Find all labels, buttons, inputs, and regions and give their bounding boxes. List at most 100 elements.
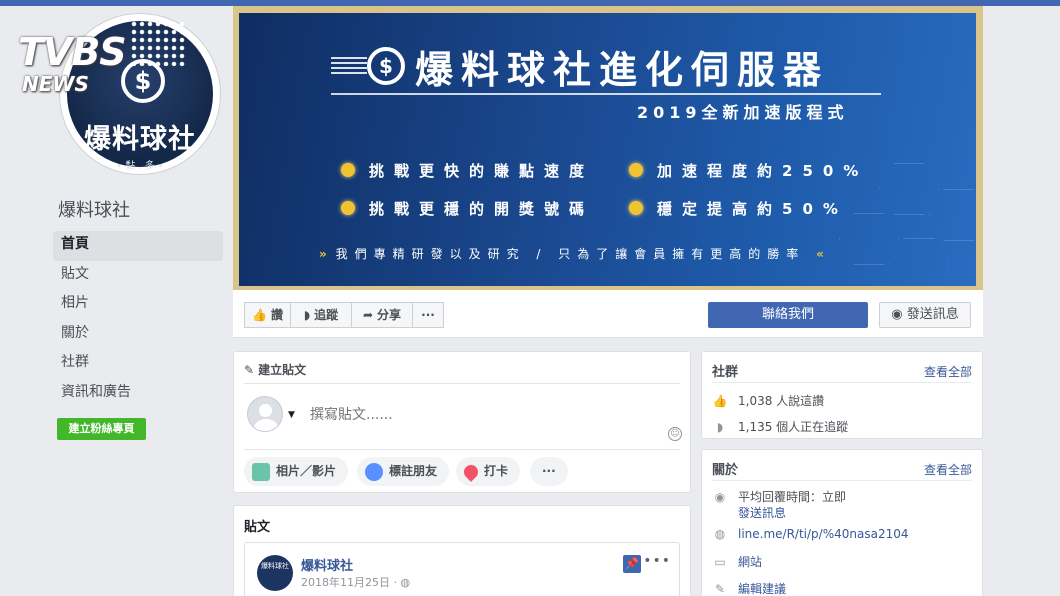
- hexagon-decoration: [929, 189, 976, 241]
- response-time-row: ◉ 平均回覆時間：立即: [712, 488, 846, 505]
- send-message-label: 發送訊息: [906, 307, 959, 322]
- watermark-logo: TVBS: [18, 30, 127, 74]
- watermark-sub: NEWS: [22, 72, 89, 96]
- nav-item-home[interactable]: 首頁: [53, 231, 223, 261]
- thumbs-up-icon: 👍: [712, 394, 728, 408]
- divider: [244, 449, 680, 450]
- post-options-button[interactable]: •••: [643, 553, 671, 569]
- coin-icon: $: [367, 47, 405, 85]
- hexagon-decoration: [879, 163, 939, 215]
- cover-divider: [331, 93, 881, 95]
- watermark-dots: [130, 20, 186, 66]
- follows-count: 1,135 個人正在追蹤: [738, 420, 849, 434]
- post-composer-input[interactable]: [310, 404, 650, 426]
- emoji-icon[interactable]: ☺: [668, 427, 682, 441]
- caret-down-icon[interactable]: ▼: [288, 410, 295, 420]
- nav-item-info-ads[interactable]: 資訊和廣告: [53, 379, 223, 409]
- pin-icon: 📌: [623, 555, 641, 573]
- location-pin-icon: [461, 461, 481, 482]
- divider: [244, 383, 680, 384]
- follow-button[interactable]: ◗ 追蹤: [290, 302, 352, 328]
- user-avatar: [247, 396, 283, 432]
- page-action-bar: 👍 讚 ◗ 追蹤 ➦ 分享 ··· 聯絡我們 ◉ 發送訊息: [233, 290, 983, 338]
- post-author-name[interactable]: 爆料球社: [301, 555, 353, 574]
- pencil-icon: ✎: [244, 363, 255, 377]
- globe-icon: ◍: [714, 527, 726, 541]
- rss-icon: ◗: [716, 420, 724, 434]
- more-button[interactable]: ···: [412, 302, 444, 328]
- messenger-icon: ◉: [714, 490, 726, 504]
- hexagon-decoration: [839, 213, 899, 265]
- community-title: 社群: [712, 365, 739, 380]
- photo-icon: [252, 462, 270, 481]
- share-button[interactable]: ➦ 分享: [351, 302, 413, 328]
- hexagon-decoration: [889, 238, 949, 286]
- like-button[interactable]: 👍 讚: [244, 302, 291, 328]
- nav-item-posts[interactable]: 貼文: [53, 261, 223, 291]
- feature-2: 加速程度約250%: [657, 162, 869, 180]
- category-link[interactable]: 網站: [738, 555, 762, 569]
- create-post-title: 建立貼文: [258, 363, 307, 377]
- share-icon: ➦: [362, 308, 374, 322]
- contact-us-button[interactable]: 聯絡我們: [708, 302, 868, 328]
- follow-label: 追蹤: [314, 308, 339, 322]
- about-title: 關於: [712, 463, 739, 478]
- feature-4: 穩定提高約50%: [657, 200, 848, 218]
- bullet-icon: [341, 201, 355, 215]
- website-link[interactable]: line.me/R/ti/p/%40nasa2104: [738, 527, 908, 541]
- post-date-text: 2018年11月25日 ·: [301, 576, 397, 589]
- send-message-link[interactable]: 發送訊息: [738, 504, 786, 521]
- post-date[interactable]: 2018年11月25日 · ◍: [301, 574, 410, 590]
- divider: [712, 382, 972, 383]
- cover-subtitle: 2019全新加速版程式: [637, 103, 849, 122]
- category-icon: ▭: [714, 555, 726, 569]
- cover-tagline: » 我們專精研發以及研究 / 只為了讓會員擁有更高的勝率 «: [319, 245, 824, 262]
- chevron-right-icon: »: [319, 247, 327, 261]
- bullet-icon: [341, 163, 355, 177]
- tag-friends-button[interactable]: 標註朋友: [357, 457, 450, 486]
- more-actions-button[interactable]: ···: [530, 457, 568, 486]
- thumbs-up-icon: 👍: [252, 308, 267, 322]
- suggest-edits-link[interactable]: 編輯建議: [738, 582, 786, 596]
- post-author-avatar[interactable]: 爆料球社: [257, 555, 293, 591]
- post-item: 爆料球社 爆料球社 2018年11月25日 · ◍ 📌 •••: [244, 542, 680, 596]
- photo-video-label: 相片／影片: [276, 464, 337, 478]
- page-nav: 首頁 貼文 相片 關於 社群 資訊和廣告: [53, 231, 223, 408]
- post-author-avatar-text: 爆料球社: [261, 562, 289, 570]
- likes-count: 1,038 人說這讚: [738, 394, 825, 408]
- follows-row: ◗ 1,135 個人正在追蹤: [712, 418, 848, 435]
- suggest-edits-row: ✎ 編輯建議: [712, 580, 786, 596]
- avatar-subtext: • 黏 . 多 •: [116, 161, 164, 172]
- photo-video-button[interactable]: 相片／影片: [244, 457, 349, 486]
- check-in-button[interactable]: 打卡: [456, 457, 521, 486]
- bullet-icon: [629, 201, 643, 215]
- globe-icon: ◍: [400, 576, 411, 589]
- nav-item-about[interactable]: 關於: [53, 320, 223, 350]
- cover-photo[interactable]: $ 爆料球社進化伺服器 2019全新加速版程式 挑戰更快的賺點速度 加速程度約2…: [233, 6, 983, 290]
- create-page-button[interactable]: 建立粉絲專頁: [57, 418, 146, 440]
- about-see-all-link[interactable]: 查看全部: [924, 461, 972, 478]
- community-see-all-link[interactable]: 查看全部: [924, 363, 972, 380]
- send-message-button[interactable]: ◉ 發送訊息: [879, 302, 971, 328]
- nav-item-community[interactable]: 社群: [53, 349, 223, 379]
- feature-1: 挑戰更快的賺點速度: [369, 162, 595, 180]
- divider: [712, 480, 972, 481]
- share-label: 分享: [377, 308, 402, 322]
- like-label: 讚: [270, 308, 283, 322]
- tag-friends-label: 標註朋友: [389, 464, 438, 478]
- messenger-icon: ◉: [891, 307, 907, 322]
- category-row: ▭ 網站: [712, 553, 762, 570]
- feature-3: 挑戰更穩的開獎號碼: [369, 200, 595, 218]
- avatar-name: 爆料球社: [84, 124, 196, 155]
- nav-item-photos[interactable]: 相片: [53, 290, 223, 320]
- tvbs-watermark: TVBS NEWS: [18, 20, 186, 100]
- cover-title: 爆料球社進化伺服器: [415, 48, 830, 92]
- response-time: 平均回覆時間：立即: [738, 490, 847, 504]
- website-row: ◍ line.me/R/ti/p/%40nasa2104: [712, 527, 909, 541]
- bullet-icon: [629, 163, 643, 177]
- speed-lines-icon: [331, 57, 367, 75]
- page-name[interactable]: 爆料球社: [58, 196, 130, 222]
- posts-title: 貼文: [244, 520, 271, 535]
- community-card: 社群 查看全部 👍 1,038 人說這讚 ◗ 1,135 個人正在追蹤: [701, 351, 983, 439]
- likes-row: 👍 1,038 人說這讚: [712, 392, 825, 409]
